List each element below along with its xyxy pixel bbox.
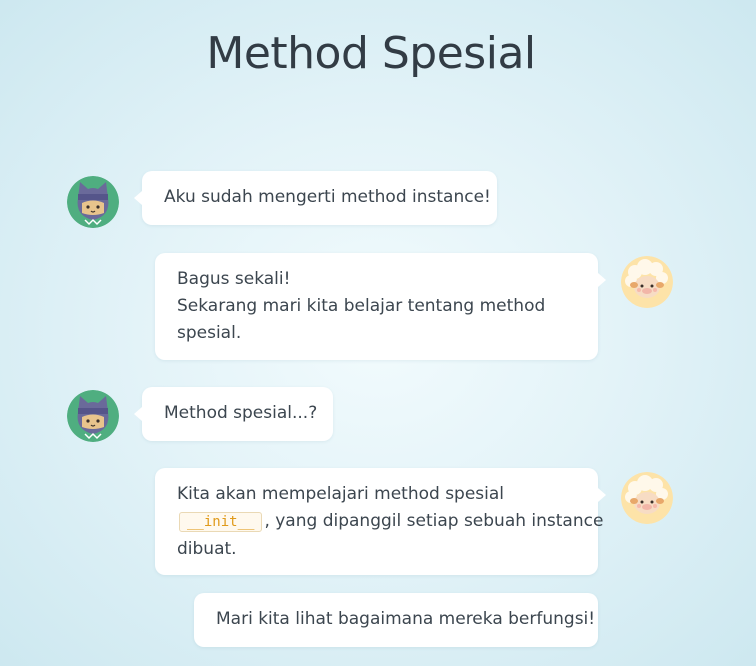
message-text: dibuat. — [177, 539, 237, 559]
message-bubble: Method spesial...? — [134, 387, 333, 441]
message-bubble: Bagus sekali! Sekarang mari kita belajar… — [155, 253, 606, 360]
message-text-with-code: __init__, yang dipanggil setiap sebuah i… — [177, 508, 603, 536]
message-text: Method spesial...? — [164, 403, 318, 423]
message-text: Aku sudah mengerti method instance! — [164, 187, 491, 207]
page-title: Method Spesial — [206, 28, 536, 79]
message-text: Mari kita lihat bagaimana mereka berfung… — [216, 609, 596, 629]
message-text: Sekarang mari kita belajar tentang metho… — [177, 296, 546, 316]
message-text: , yang dipanggil setiap sebuah instance — [264, 511, 604, 531]
inline-code: __init__ — [179, 512, 263, 532]
message-text: spesial. — [177, 323, 242, 343]
message-text: Kita akan mempelajari method spesial — [177, 484, 505, 504]
message-bubble: Kita akan mempelajari method spesial __i… — [155, 468, 606, 575]
message-bubble: Aku sudah mengerti method instance! — [134, 171, 497, 225]
message-text: Bagus sekali! — [177, 269, 291, 289]
cat-ninja-avatar-icon — [67, 390, 119, 442]
sheep-avatar-icon — [621, 256, 673, 308]
sheep-avatar-icon — [621, 472, 673, 524]
message-bubble: Mari kita lihat bagaimana mereka berfung… — [194, 593, 598, 647]
cat-ninja-avatar-icon — [67, 176, 119, 228]
